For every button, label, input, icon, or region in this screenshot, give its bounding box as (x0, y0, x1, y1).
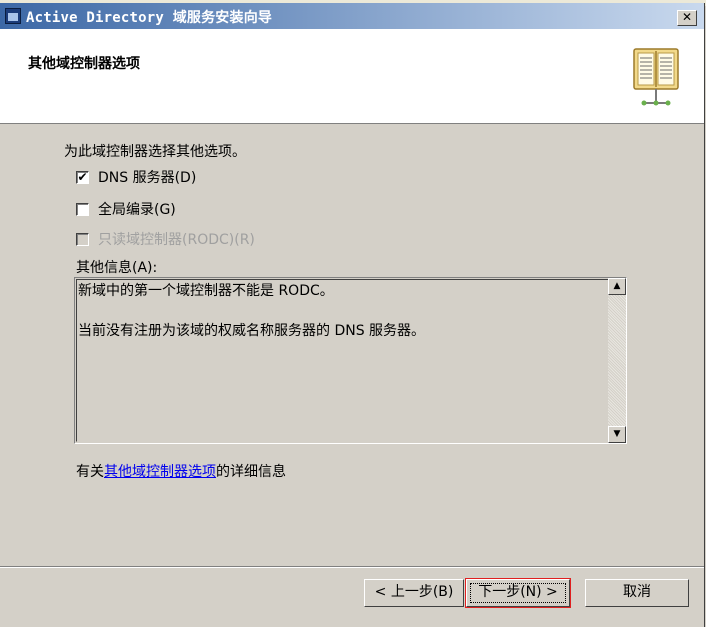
checkbox-rodc (76, 232, 89, 246)
checkbox-global-catalog[interactable] (76, 202, 89, 216)
more-info-suffix: 的详细信息 (216, 464, 286, 480)
wizard-header: 其他域控制器选项 (0, 29, 704, 124)
wizard-dialog: Active Directory 域服务安装向导 ✕ 其他域控制器选项 为此域控… (0, 3, 705, 627)
more-info-link[interactable]: 其他域控制器选项 (104, 464, 216, 480)
title-bar[interactable]: Active Directory 域服务安装向导 ✕ (0, 3, 704, 29)
window-icon (5, 8, 21, 24)
vertical-scrollbar[interactable]: ▲ ▼ (608, 278, 626, 443)
focus-rect (470, 583, 566, 603)
option-global-catalog-label: 全局编录(G) (98, 202, 176, 218)
more-info-prefix: 有关 (76, 464, 104, 480)
option-dns-server[interactable]: ✔ DNS 服务器(D) (76, 168, 196, 186)
additional-info-inner (76, 279, 625, 442)
additional-info-label: 其他信息(A): (76, 260, 158, 276)
next-button[interactable]: 下一步(N) > (465, 578, 571, 608)
footer-divider (0, 566, 704, 568)
checkbox-dns-server[interactable]: ✔ (76, 169, 89, 184)
scroll-down-button[interactable]: ▼ (608, 426, 626, 443)
additional-info-box[interactable]: 新域中的第一个域控制器不能是 RODC。 当前没有注册为该域的权威名称服务器的 … (74, 277, 627, 444)
background-window-edge (706, 0, 715, 627)
option-global-catalog[interactable]: 全局编录(G) (76, 200, 176, 218)
info-line: 新域中的第一个域控制器不能是 RODC。 (78, 283, 334, 299)
wizard-content: 为此域控制器选择其他选项。 ✔ DNS 服务器(D) 全局编录(G) 只读域控制… (0, 125, 704, 570)
info-line: 当前没有注册为该域的权威名称服务器的 DNS 服务器。 (78, 323, 426, 339)
intro-text: 为此域控制器选择其他选项。 (64, 144, 246, 160)
cancel-button[interactable]: 取消 (585, 579, 689, 607)
book-icon (633, 48, 679, 106)
option-rodc-label: 只读域控制器(RODC)(R) (98, 232, 255, 248)
window-title: Active Directory 域服务安装向导 (26, 10, 273, 26)
option-dns-server-label: DNS 服务器(D) (98, 170, 197, 186)
page-title: 其他域控制器选项 (28, 56, 140, 72)
close-button[interactable]: ✕ (677, 10, 697, 26)
scroll-up-button[interactable]: ▲ (608, 278, 626, 295)
more-info-text: 有关其他域控制器选项的详细信息 (76, 461, 286, 481)
back-button[interactable]: < 上一步(B) (364, 579, 464, 607)
option-rodc: 只读域控制器(RODC)(R) (76, 230, 255, 248)
check-icon: ✔ (77, 169, 88, 184)
